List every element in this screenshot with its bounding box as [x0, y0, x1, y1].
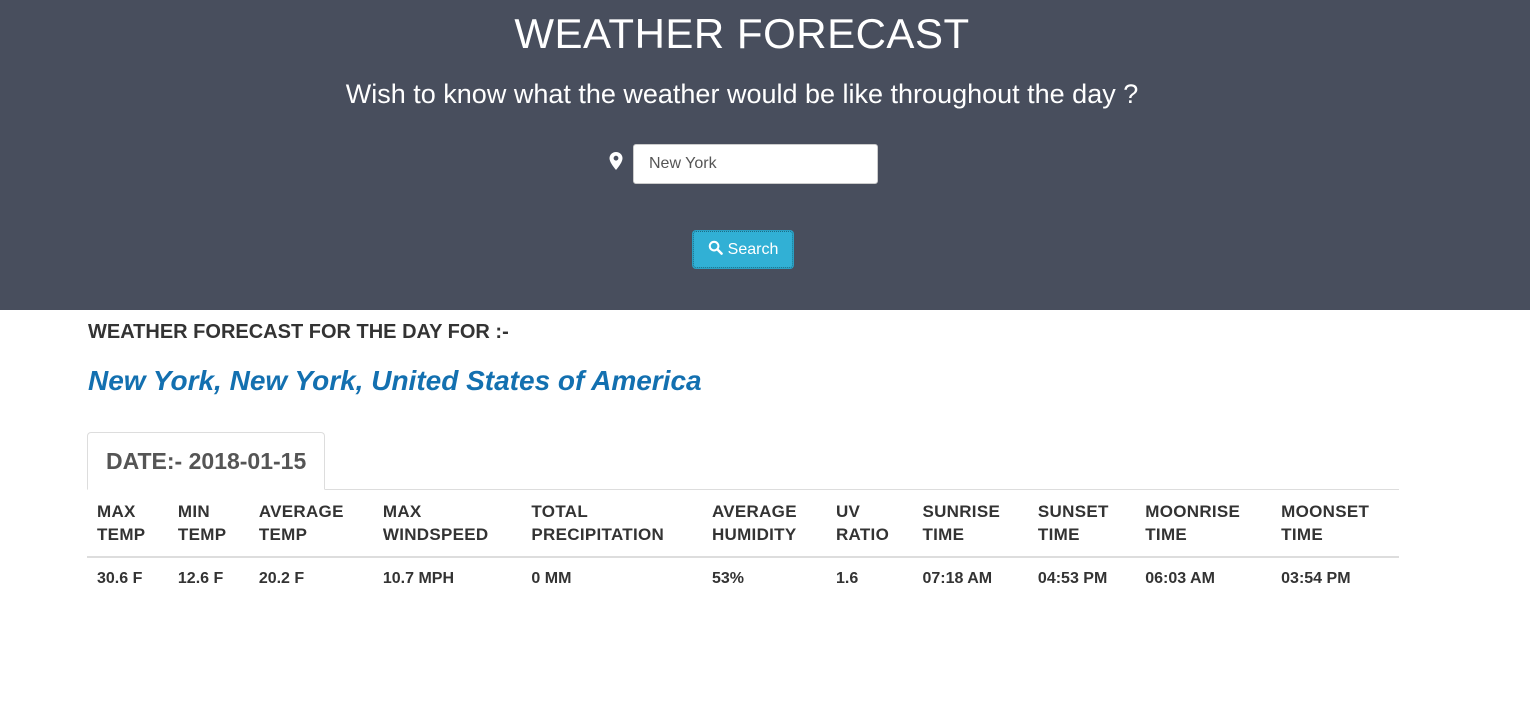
column-header-uv-ratio: UV RATIO — [825, 490, 913, 558]
location-search-input[interactable] — [633, 144, 878, 184]
column-header-average-humidity: AVERAGE HUMIDITY — [701, 490, 826, 558]
cell-moonrise-time: 06:03 AM — [1145, 570, 1215, 587]
cell-moonset-time: 03:54 PM — [1281, 570, 1351, 587]
cell-average-temp: 20.2 F — [258, 570, 305, 587]
cell-average-humidity: 53% — [711, 570, 744, 587]
date-tab[interactable]: DATE:- 2018-01-15 — [87, 432, 326, 490]
search-icon — [708, 240, 723, 260]
cell-sunset-time: 04:53 PM — [1037, 570, 1108, 587]
cell-max-temp: 30.6 F — [97, 570, 143, 587]
forecast-heading: WEATHER FORECAST FOR THE DAY FOR :- — [88, 321, 509, 343]
location-name: New York, New York, United States of Ame… — [88, 365, 702, 396]
column-header-total-precipitation: TOTAL PRECIPITATION — [521, 490, 702, 558]
cell-min-temp: 12.6 F — [177, 570, 224, 587]
column-header-max-windspeed: MAX WINDSPEED — [372, 490, 522, 558]
table-header-row: MAX TEMP MIN TEMP AVERAGE TEMP MAX WINDSPEED… — [87, 490, 1399, 558]
cell-total-precipitation: 0 MM — [531, 570, 572, 587]
page-title: WEATHER FORECAST — [514, 10, 970, 57]
column-header-sunset-time: SUNSET TIME — [1027, 490, 1136, 558]
table-row: 30.6 F 12.6 F 20.2 F 10.7 MPH 0 MM 53% 1… — [87, 557, 1399, 600]
column-header-moonrise-time: MOONRISE TIME — [1135, 490, 1272, 558]
date-tab-bar: DATE:- 2018-01-15 — [87, 432, 1399, 490]
column-header-moonset-time: MOONSET TIME — [1271, 490, 1399, 558]
search-button-label: Search — [727, 240, 779, 258]
page-subtitle: Wish to know what the weather would be l… — [345, 79, 1139, 109]
column-header-average-temp: AVERAGE TEMP — [248, 490, 373, 558]
column-header-min-temp: MIN TEMP — [167, 490, 249, 558]
search-button[interactable]: Search — [693, 231, 793, 268]
column-header-max-temp: MAX TEMP — [87, 490, 168, 558]
cell-max-windspeed: 10.7 MPH — [382, 570, 454, 587]
column-header-sunrise-time: SUNRISE TIME — [912, 490, 1028, 558]
cell-uv-ratio: 1.6 — [835, 570, 859, 587]
forecast-table: MAX TEMP MIN TEMP AVERAGE TEMP MAX WINDSPEED… — [87, 490, 1399, 600]
cell-sunrise-time: 07:18 AM — [922, 570, 993, 587]
map-marker-icon — [609, 152, 623, 170]
header-banner: WEATHER FORECAST Wish to know what the w… — [0, 0, 1530, 310]
